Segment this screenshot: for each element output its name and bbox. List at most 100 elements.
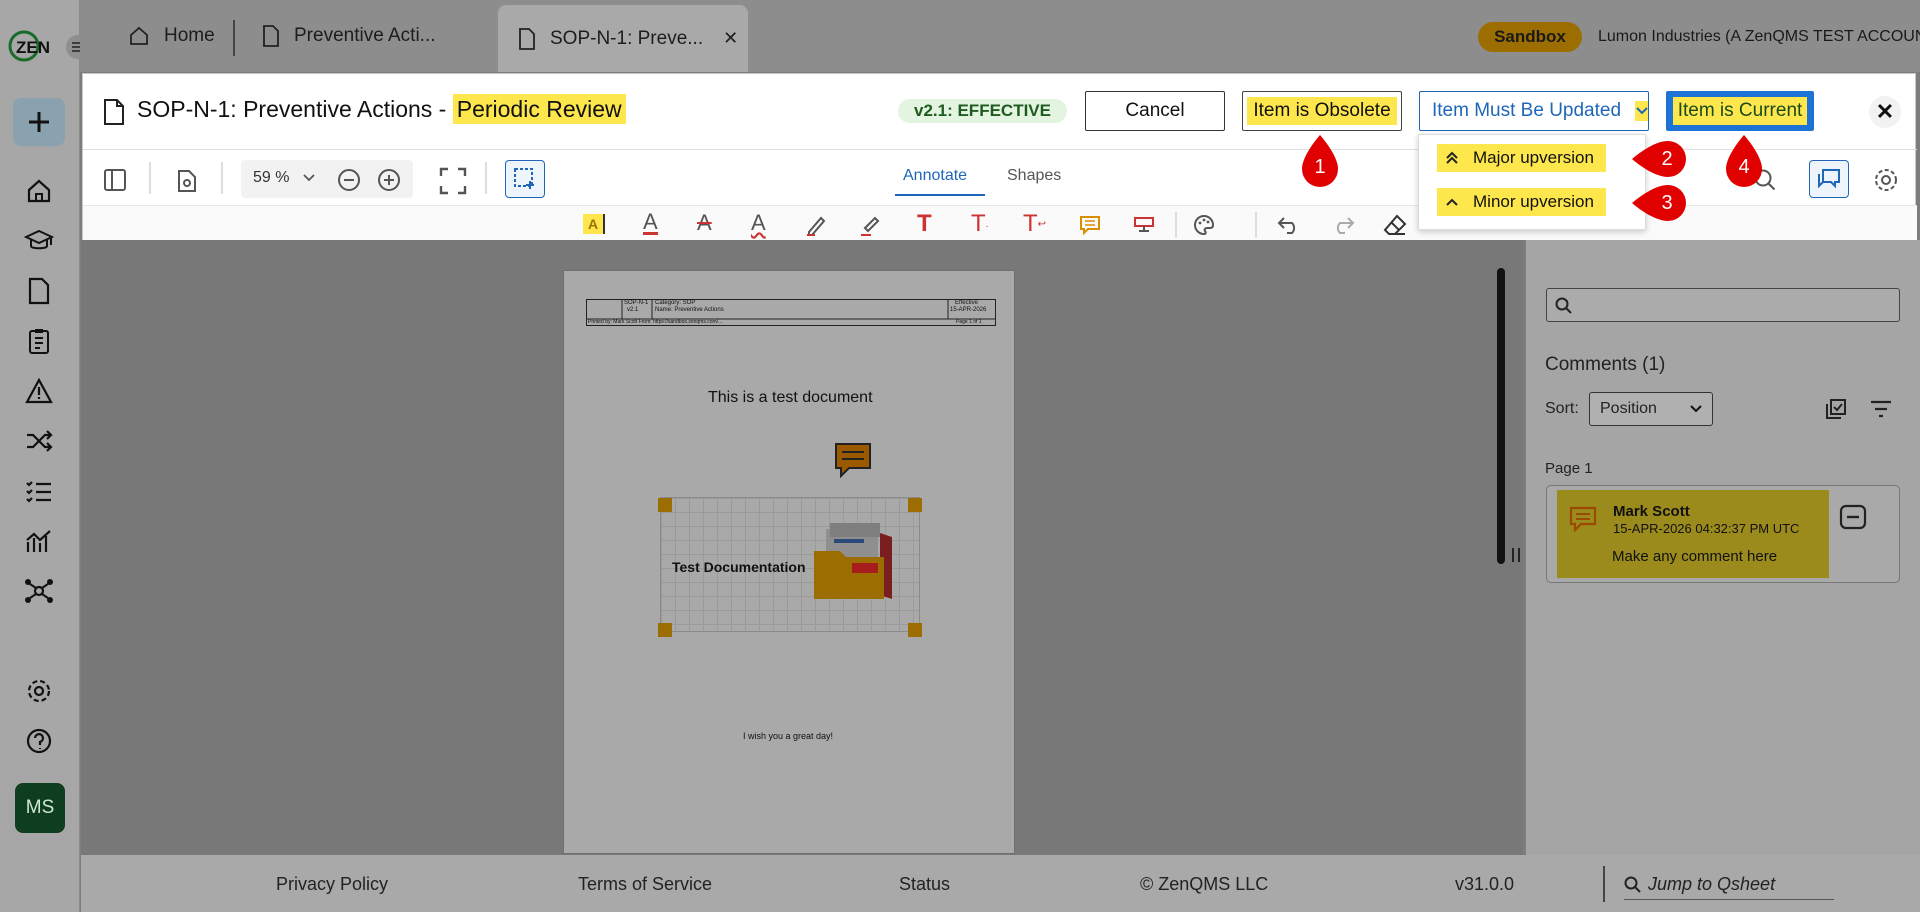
help-icon[interactable] xyxy=(20,722,58,760)
clipboard-icon[interactable] xyxy=(20,322,58,360)
comments-panel-toggle[interactable] xyxy=(1809,160,1849,198)
title-highlight: Periodic Review xyxy=(452,94,626,124)
resize-handle[interactable] xyxy=(908,623,922,637)
toolbar-divider xyxy=(485,162,487,194)
filter-icon[interactable] xyxy=(1870,400,1892,418)
doc-category: Category: SOP xyxy=(655,300,696,306)
comment-card[interactable]: Mark Scott 15-APR-2026 04:32:37 PM UTC M… xyxy=(1546,485,1900,583)
panel-resize-handle[interactable] xyxy=(1512,548,1520,562)
minor-upversion-option[interactable]: Minor upversion xyxy=(1437,188,1606,216)
doc-heading: This is a test document xyxy=(708,389,873,406)
training-icon[interactable] xyxy=(20,222,58,260)
zenqms-logo[interactable]: ZEN xyxy=(8,26,54,66)
item-must-be-updated-button[interactable]: Item Must Be Updated xyxy=(1419,91,1649,131)
squiggly-text-icon[interactable]: A xyxy=(751,212,766,234)
toolbar-divider xyxy=(1255,212,1257,238)
analytics-icon[interactable] xyxy=(20,522,58,560)
add-button[interactable] xyxy=(13,98,65,146)
resize-handle[interactable] xyxy=(908,498,922,512)
document-page: SOP-N-1 v2.1 Category: SOP Name: Prevent… xyxy=(563,270,1015,854)
doc-closing: I wish you a great day! xyxy=(743,731,834,741)
organization-name[interactable]: Lumon Industries (A ZenQMS TEST ACCOUNT) xyxy=(1598,28,1920,46)
tab-sop-n-1[interactable]: SOP-N-1: Preve... ✕ xyxy=(498,5,748,72)
comment-timestamp: 15-APR-2026 04:32:37 PM UTC xyxy=(1613,521,1800,536)
left-sidebar: ZEN MS xyxy=(0,0,90,912)
terms-of-service-link[interactable]: Terms of Service xyxy=(578,874,712,895)
collapse-comment-icon[interactable] xyxy=(1839,504,1867,530)
item-obsolete-button[interactable]: Item is Obsolete xyxy=(1242,91,1402,131)
zoom-in-icon[interactable] xyxy=(377,168,401,192)
item-current-button[interactable]: Item is Current xyxy=(1666,91,1814,131)
highlight-tool-icon[interactable]: A xyxy=(583,214,605,234)
option-label: Minor upversion xyxy=(1473,192,1594,211)
zoom-out-icon[interactable] xyxy=(337,168,361,192)
select-all-comments-icon[interactable] xyxy=(1825,398,1847,420)
settings-icon[interactable] xyxy=(1873,167,1899,193)
tab-annotate[interactable]: Annotate xyxy=(903,167,967,185)
resize-handle[interactable] xyxy=(658,623,672,637)
comment-search-input[interactable] xyxy=(1546,288,1900,322)
stamp-tool-icon[interactable] xyxy=(1133,215,1155,235)
svg-text:ZEN: ZEN xyxy=(16,38,50,57)
comment-bubble-icon[interactable] xyxy=(833,441,873,479)
tab-shapes[interactable]: Shapes xyxy=(1007,167,1061,185)
comment-text: Make any comment here xyxy=(1612,548,1778,565)
undo-icon[interactable] xyxy=(1277,216,1301,234)
callout-marker-4: 4 xyxy=(1723,133,1765,189)
doc-effective-date: 15-APR-2026 xyxy=(950,307,987,313)
chevron-up-icon xyxy=(1446,198,1458,206)
region-select-button[interactable] xyxy=(505,160,545,198)
cancel-button[interactable]: Cancel xyxy=(1085,91,1225,131)
button-label: Item is Current xyxy=(1672,97,1808,125)
free-text-icon[interactable]: T xyxy=(917,210,932,238)
replace-text-icon[interactable]: T ↩ xyxy=(1023,210,1046,238)
settings-icon[interactable] xyxy=(20,672,58,710)
document-scrollbar[interactable] xyxy=(1497,268,1505,564)
sandbox-badge: Sandbox xyxy=(1478,22,1582,52)
highlighter-tool-icon[interactable] xyxy=(859,214,881,236)
underline-text-icon[interactable]: A xyxy=(643,211,658,235)
resize-handle[interactable] xyxy=(658,498,672,512)
warning-icon[interactable] xyxy=(20,372,58,410)
document-icon xyxy=(519,27,535,50)
sort-value: Position xyxy=(1600,400,1657,417)
document-icon[interactable] xyxy=(20,272,58,310)
tab-preventive-actions[interactable]: Preventive Acti... xyxy=(262,18,436,54)
callout-text-icon[interactable]: T. xyxy=(971,210,988,238)
close-icon[interactable]: ✕ xyxy=(1869,96,1901,128)
sort-select[interactable]: Position xyxy=(1589,392,1713,426)
modal-title: SOP-N-1: Preventive Actions - Periodic R… xyxy=(137,94,626,124)
color-palette-icon[interactable] xyxy=(1193,214,1215,236)
home-icon[interactable] xyxy=(20,172,58,210)
sticky-note-icon[interactable] xyxy=(1079,215,1101,235)
avatar[interactable]: MS xyxy=(15,783,65,833)
comments-icon xyxy=(1818,169,1840,189)
chevron-down-icon xyxy=(1690,405,1702,413)
zoom-select[interactable]: 59 % xyxy=(253,169,289,187)
button-label: Item is Obsolete xyxy=(1247,97,1397,125)
status-link[interactable]: Status xyxy=(899,874,950,895)
page-settings-icon[interactable] xyxy=(177,170,197,192)
doc-printed-by: Printed by: Mark Scott From: https://san… xyxy=(588,319,723,325)
jump-to-qsheet-input[interactable]: Jump to Qsheet xyxy=(1624,870,1834,900)
fullscreen-icon[interactable] xyxy=(439,167,467,195)
chevron-down-icon[interactable] xyxy=(1635,101,1648,121)
tab-home[interactable]: Home xyxy=(128,18,215,54)
tab-label: Home xyxy=(164,25,215,46)
checklist-icon[interactable] xyxy=(20,472,58,510)
callout-marker-2: 2 xyxy=(1630,139,1692,179)
strikeout-text-icon[interactable]: A xyxy=(697,212,712,234)
sidebar-toggle-icon[interactable] xyxy=(103,168,127,192)
doc-page-count: Page 1 of 1 xyxy=(956,319,982,325)
eraser-icon[interactable] xyxy=(1383,214,1407,236)
major-upversion-option[interactable]: Major upversion xyxy=(1437,144,1606,172)
close-icon[interactable]: ✕ xyxy=(723,28,738,49)
network-icon[interactable] xyxy=(20,572,58,610)
redo-icon[interactable] xyxy=(1331,216,1355,234)
search-icon xyxy=(1624,876,1641,893)
privacy-policy-link[interactable]: Privacy Policy xyxy=(276,874,388,895)
pen-tool-icon[interactable] xyxy=(805,214,827,236)
shuffle-icon[interactable] xyxy=(20,422,58,460)
chevron-down-icon[interactable] xyxy=(303,174,315,182)
doc-version: v2.1 xyxy=(627,307,639,313)
